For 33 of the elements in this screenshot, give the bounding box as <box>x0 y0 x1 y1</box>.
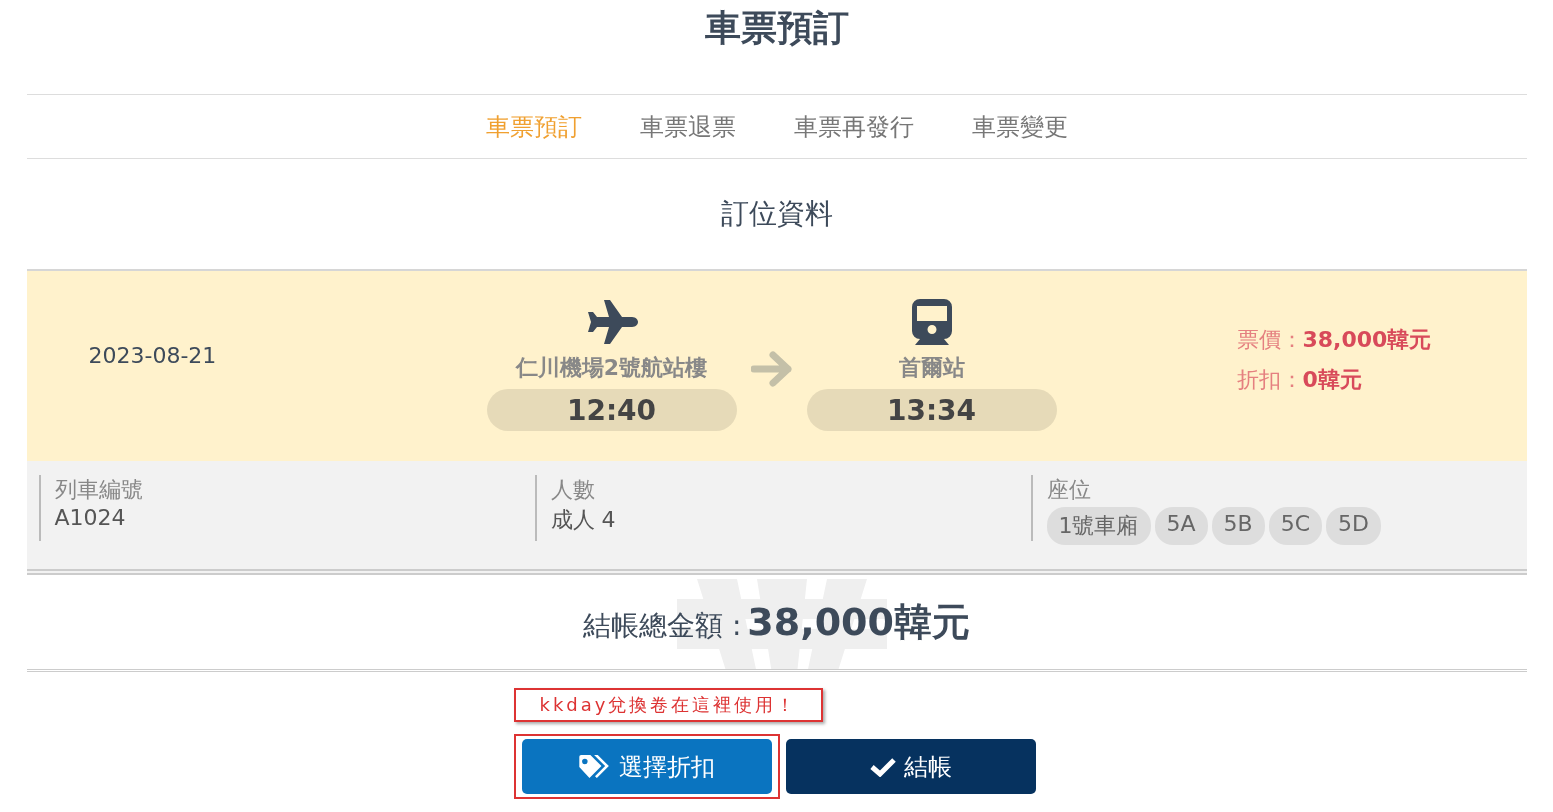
price-value: 38,000韓元 <box>1302 327 1432 352</box>
time-pill: 13:34 <box>806 389 1057 431</box>
date-text: 2023-08-21 <box>87 342 218 368</box>
discount-button[interactable]: 選擇折扣 <box>521 739 772 794</box>
seat-tag: 5D <box>1326 507 1381 545</box>
time-pill: 12:40 <box>486 389 737 431</box>
detail-label: 座位 <box>1046 476 1092 504</box>
checkmark-icon <box>869 756 896 777</box>
price-label: 折扣： <box>1236 367 1303 392</box>
seat-tag: 5C <box>1268 507 1322 545</box>
airplane-icon <box>585 299 638 345</box>
tab[interactable]: 車票再發行 <box>793 110 914 143</box>
price-value: 0韓元 <box>1302 367 1362 392</box>
page-title: 車票預訂 <box>703 6 850 50</box>
annotation-label: kkday兌換卷在這裡使用！ <box>513 688 824 722</box>
tab[interactable]: 車票退票 <box>639 110 736 143</box>
detail-label: 人數 <box>550 476 596 504</box>
tag-icon <box>578 754 611 779</box>
total-label: 結帳總金額 : <box>583 607 742 644</box>
seat-tag: 5B <box>1211 507 1265 545</box>
detail-value: A1024 <box>54 505 127 530</box>
total-value: 38,000韓元 <box>747 598 970 646</box>
detail-label: 列車編號 <box>54 476 144 504</box>
price-label: 票價： <box>1236 327 1303 352</box>
seat-tag: 5A <box>1154 507 1208 545</box>
seat-tag: 1號車廂 <box>1046 507 1151 545</box>
station-name: 仁川機場2號航站樓 <box>515 354 708 382</box>
arrow-icon <box>750 351 793 387</box>
train-icon <box>911 299 952 345</box>
station-name: 首爾站 <box>898 354 965 382</box>
tab[interactable]: 車票變更 <box>971 110 1068 143</box>
detail-value: 成人 4 <box>550 506 617 534</box>
checkout-button[interactable]: 結帳 <box>785 739 1036 794</box>
